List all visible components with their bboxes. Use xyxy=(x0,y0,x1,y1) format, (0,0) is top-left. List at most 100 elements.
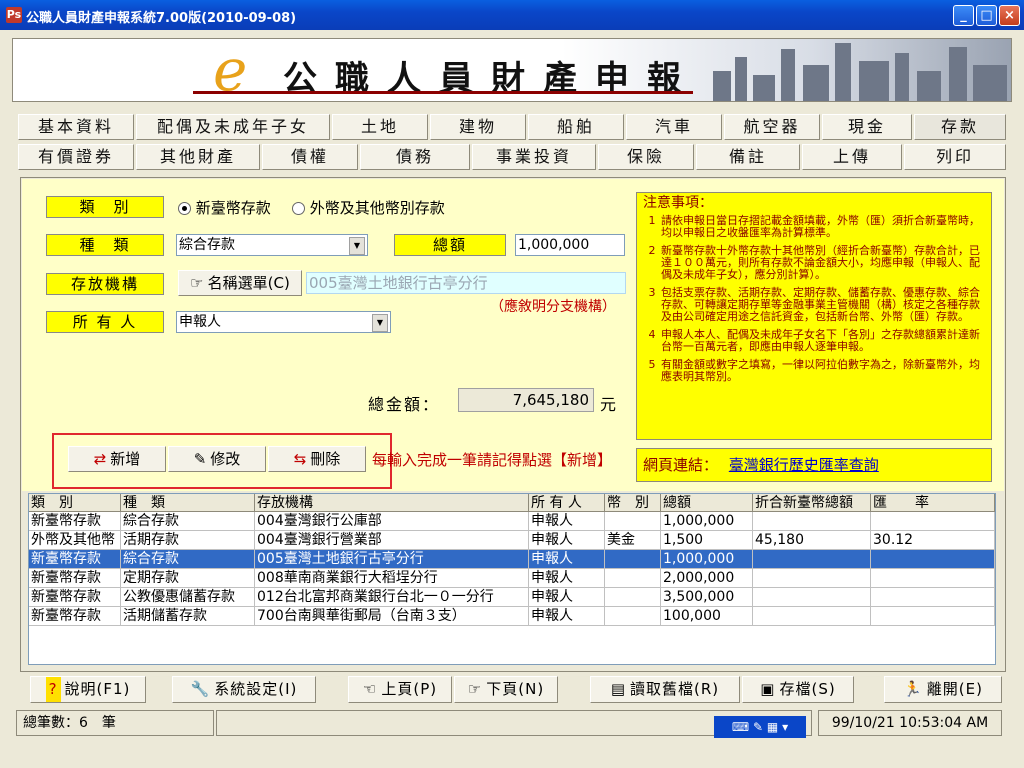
tab-cash[interactable]: 現金 xyxy=(822,114,912,140)
column-header[interactable]: 匯 率 xyxy=(871,494,995,512)
table-cell xyxy=(753,550,871,569)
add-button[interactable]: ⇄ 新增 xyxy=(68,446,166,472)
close-button[interactable]: × xyxy=(999,5,1020,26)
notice-title: 注意事項： xyxy=(643,195,713,211)
hand-right-icon: ☞ xyxy=(467,680,483,698)
tab-debts[interactable]: 債務 xyxy=(360,144,470,170)
tab-deposits[interactable]: 存款 xyxy=(914,114,1006,140)
table-cell: 1,000,000 xyxy=(661,550,753,569)
tab-insurance[interactable]: 保險 xyxy=(598,144,694,170)
column-header[interactable]: 類 別 xyxy=(29,494,121,512)
table-row[interactable]: 新臺幣存款 綜合存款 005臺灣土地銀行古亭分行 申報人 1,000,000 xyxy=(29,550,995,569)
table-cell xyxy=(871,588,995,607)
radio-twd-button[interactable] xyxy=(178,202,191,215)
table-cell: 新臺幣存款 xyxy=(29,569,121,588)
keyboard-icon: ⌨ xyxy=(731,720,750,734)
table-cell: 2,000,000 xyxy=(661,569,753,588)
save-button[interactable]: ▣ 存檔(S) xyxy=(742,676,854,703)
table-cell xyxy=(871,550,995,569)
table-row[interactable]: 外幣及其他幣 活期存款 004臺灣銀行營業部 申報人 美金 1,500 45,180 30.1… xyxy=(29,531,995,550)
table-cell: 申報人 xyxy=(529,512,605,531)
chevron-down-icon[interactable]: ▼ xyxy=(349,237,365,255)
type-select[interactable]: 綜合存款 ▼ xyxy=(176,234,368,256)
minimize-button[interactable]: _ xyxy=(953,5,974,26)
deposit-table: 類 別 種 類 存放機構 所 有 人 幣 別 總額 折合新臺幣總額 匯 率 新臺… xyxy=(28,493,996,665)
notice-item-text: 新臺幣存款十外幣存款十其他幣別（經折合新臺幣）存款合計，已達１００萬元，則所有存… xyxy=(661,244,980,281)
radio-foreign-button[interactable] xyxy=(292,202,305,215)
next-page-button[interactable]: ☞ 下頁(N) xyxy=(454,676,558,703)
notice-item: 5 有關金額或數字之填寫，一律以阿拉伯數字為之，除新臺幣外，均應表明其幣別。 xyxy=(643,359,985,383)
column-header[interactable]: 總額 xyxy=(661,494,753,512)
column-header[interactable]: 存放機構 xyxy=(255,494,529,512)
table-row[interactable]: 新臺幣存款 綜合存款 004臺灣銀行公庫部 申報人 1,000,000 xyxy=(29,512,995,531)
city-building xyxy=(859,61,889,101)
table-cell: 美金 xyxy=(605,531,661,550)
tab-ships[interactable]: 船舶 xyxy=(528,114,624,140)
table-cell: 申報人 xyxy=(529,607,605,626)
column-header[interactable]: 折合新臺幣總額 xyxy=(753,494,871,512)
edit-icon: ✎ xyxy=(193,450,207,468)
table-cell: 申報人 xyxy=(529,550,605,569)
save-button-label: 存檔(S) xyxy=(779,680,836,698)
tab-aircraft[interactable]: 航空器 xyxy=(724,114,820,140)
column-header[interactable]: 幣 別 xyxy=(605,494,661,512)
tab-remarks[interactable]: 備註 xyxy=(696,144,800,170)
running-man-icon: 🏃 xyxy=(903,680,923,698)
table-cell: 定期存款 xyxy=(121,569,255,588)
institution-field[interactable]: 005臺灣土地銀行古亭分行 xyxy=(306,272,626,294)
tab-spouse-children[interactable]: 配偶及未成年子女 xyxy=(136,114,330,140)
table-row[interactable]: 新臺幣存款 公教優惠儲蓄存款 012台北富邦商業銀行台北一０一分行 申報人 3,500,… xyxy=(29,588,995,607)
load-file-button[interactable]: ▤ 讀取舊檔(R) xyxy=(590,676,740,703)
table-cell: 外幣及其他幣 xyxy=(29,531,121,550)
exit-button[interactable]: 🏃 離開(E) xyxy=(884,676,1002,703)
table-cell xyxy=(871,569,995,588)
chevron-down-icon[interactable]: ▼ xyxy=(372,314,388,332)
table-cell: 活期儲蓄存款 xyxy=(121,607,255,626)
settings-button[interactable]: 🔧 系統設定(I) xyxy=(172,676,316,703)
table-cell: 30.12 xyxy=(871,531,995,550)
tab-securities[interactable]: 有價證券 xyxy=(18,144,134,170)
name-list-button[interactable]: ☞ 名稱選單(C) xyxy=(178,270,302,296)
owner-select[interactable]: 申報人 ▼ xyxy=(176,311,391,333)
delete-button-label: 刪除 xyxy=(310,450,341,468)
tab-basic-info[interactable]: 基本資料 xyxy=(18,114,134,140)
tab-other-property[interactable]: 其他財產 xyxy=(136,144,260,170)
table-cell: 新臺幣存款 xyxy=(29,550,121,569)
table-cell xyxy=(605,607,661,626)
radio-twd[interactable]: 新臺幣存款 xyxy=(178,197,271,218)
tab-claims[interactable]: 債權 xyxy=(262,144,358,170)
delete-icon: ⇆ xyxy=(293,450,307,468)
table-cell: 45,180 xyxy=(753,531,871,550)
tab-cars[interactable]: 汽車 xyxy=(626,114,722,140)
window-title: 公職人員財產申報系統7.00版(2010-09-08) xyxy=(26,11,297,26)
delete-button[interactable]: ⇆ 刪除 xyxy=(268,446,366,472)
tab-buildings[interactable]: 建物 xyxy=(430,114,526,140)
table-cell: 1,500 xyxy=(661,531,753,550)
radio-foreign[interactable]: 外幣及其他幣別存款 xyxy=(292,197,445,218)
column-header[interactable]: 所 有 人 xyxy=(529,494,605,512)
table-row[interactable]: 新臺幣存款 定期存款 008華南商業銀行大稻埕分行 申報人 2,000,000 xyxy=(29,569,995,588)
table-cell xyxy=(753,569,871,588)
tab-business-investment[interactable]: 事業投資 xyxy=(472,144,596,170)
edit-button[interactable]: ✎ 修改 xyxy=(168,446,266,472)
record-count: 總筆數：6 筆 xyxy=(16,710,214,736)
tab-upload[interactable]: 上傳 xyxy=(802,144,902,170)
tab-land[interactable]: 土地 xyxy=(332,114,428,140)
tab-print[interactable]: 列印 xyxy=(904,144,1006,170)
notice-item: 1 請依申報日當日存摺記載金額填載，外幣（匯）須折合新臺幣時，均以申報日之收盤匯率… xyxy=(643,215,985,239)
column-header[interactable]: 種 類 xyxy=(121,494,255,512)
help-button[interactable]: ? 說明(F1) xyxy=(30,676,146,703)
ime-toolbar[interactable]: ⌨ ✎ ▦ ▾ xyxy=(714,716,806,738)
exchange-rate-link[interactable]: 臺灣銀行歷史匯率查詢 xyxy=(729,456,879,474)
notice-box: 注意事項： 1 請依申報日當日存摺記載金額填載，外幣（匯）須折合新臺幣時，均以申報… xyxy=(636,192,992,440)
type-select-value: 綜合存款 xyxy=(179,237,235,253)
city-building xyxy=(973,65,1007,101)
table-row[interactable]: 新臺幣存款 活期儲蓄存款 700台南興華街郵局（台南３支） 申報人 100,000 xyxy=(29,607,995,626)
prev-page-button-label: 上頁(P) xyxy=(381,680,438,698)
amount-input[interactable]: 1,000,000 xyxy=(515,234,625,256)
open-file-icon: ▤ xyxy=(610,680,627,698)
maximize-button[interactable]: □ xyxy=(976,5,997,26)
header-banner: e 公職人員財產申報 xyxy=(12,38,1012,102)
table-cell: 申報人 xyxy=(529,588,605,607)
prev-page-button[interactable]: ☜ 上頁(P) xyxy=(348,676,452,703)
